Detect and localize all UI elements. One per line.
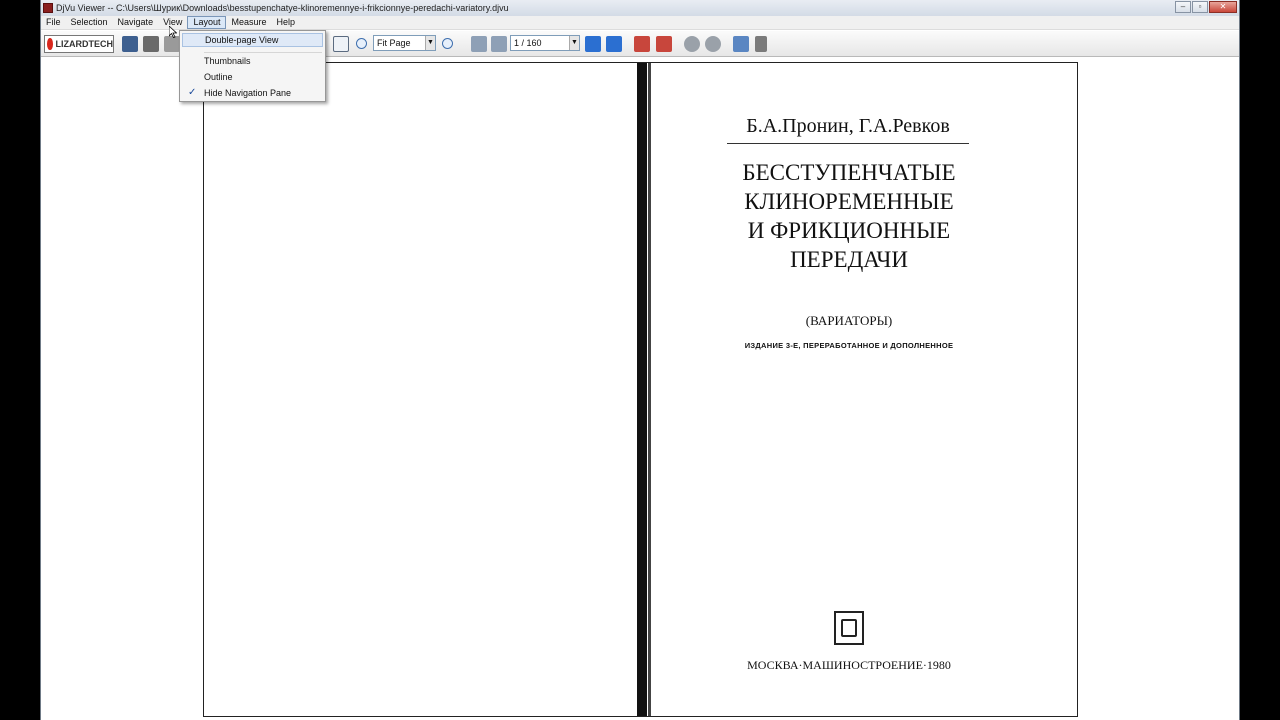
title-line: БЕССТУПЕНЧАТЫЕ	[742, 160, 956, 185]
menu-bar: File Selection Navigate View Layout Meas…	[41, 16, 1239, 30]
next-page-icon[interactable]	[585, 36, 601, 52]
book-edition: ИЗДАНИЕ 3-Е, ПЕРЕРАБОТАННОЕ И ДОПОЛНЕННО…	[744, 341, 954, 350]
checkmark-icon: ✓	[188, 87, 197, 98]
window-title: DjVu Viewer -- C:\Users\Шурик\Downloads\…	[56, 3, 509, 13]
print-icon[interactable]	[143, 36, 159, 52]
rotate-right-icon[interactable]	[656, 36, 672, 52]
window-controls: – ▫ ✕	[1175, 1, 1237, 13]
book-authors: Б.А.Пронин, Г.А.Ревков	[746, 115, 950, 137]
previous-page-icon[interactable]	[491, 36, 507, 52]
title-line: КЛИНОРЕМЕННЫЕ	[744, 189, 954, 214]
first-page-icon[interactable]	[471, 36, 487, 52]
logo-text: LIZARDTECH	[55, 39, 114, 49]
title-line: ПЕРЕДАЧИ	[790, 247, 908, 272]
save-icon[interactable]	[122, 36, 138, 52]
minimize-button[interactable]: –	[1175, 1, 1191, 13]
view-mode-icon[interactable]	[733, 36, 749, 52]
book-title: БЕССТУПЕНЧАТЫЕ КЛИНОРЕМЕННЫЕ И ФРИКЦИОНН…	[714, 158, 984, 274]
menu-item-hide-navigation-pane[interactable]: ✓ Hide Navigation Pane	[182, 86, 323, 100]
zoom-in-icon[interactable]	[356, 38, 367, 49]
properties-icon[interactable]	[755, 36, 767, 52]
book-spine-edge	[648, 63, 651, 716]
menu-file[interactable]: File	[41, 16, 66, 29]
book-spine	[637, 63, 647, 716]
author-rule	[727, 143, 969, 144]
menu-navigate[interactable]: Navigate	[113, 16, 159, 29]
back-icon[interactable]	[684, 36, 700, 52]
menu-selection[interactable]: Selection	[66, 16, 113, 29]
chevron-down-icon: ▼	[569, 36, 579, 50]
menu-item-label: Hide Navigation Pane	[204, 88, 292, 98]
menu-item-thumbnails[interactable]: Thumbnails	[182, 54, 323, 68]
book-imprint: МОСКВА·МАШИНОСТРОЕНИЕ·1980	[747, 658, 951, 672]
zoom-value: Fit Page	[377, 38, 411, 48]
title-bar: DjVu Viewer -- C:\Users\Шурик\Downloads\…	[41, 0, 1239, 16]
lizardtech-icon	[47, 38, 53, 50]
find-icon[interactable]	[164, 36, 180, 52]
page-select[interactable]: 1 / 160 ▼	[510, 35, 580, 51]
title-line: И ФРИКЦИОННЫЕ	[747, 218, 951, 243]
zoom-out-icon[interactable]	[442, 38, 453, 49]
page-icon[interactable]	[333, 36, 349, 52]
rotate-left-icon[interactable]	[634, 36, 650, 52]
page-value: 1 / 160	[514, 38, 542, 48]
menu-item-outline[interactable]: Outline	[182, 70, 323, 84]
close-button[interactable]: ✕	[1209, 1, 1237, 13]
document-view[interactable]: Б.А.Пронин, Г.А.Ревков БЕССТУПЕНЧАТЫЕ КЛ…	[41, 58, 1239, 720]
maximize-button[interactable]: ▫	[1192, 1, 1208, 13]
app-icon	[43, 3, 53, 13]
zoom-select[interactable]: Fit Page ▼	[373, 35, 436, 51]
forward-icon[interactable]	[705, 36, 721, 52]
menu-separator	[204, 52, 322, 53]
menu-layout[interactable]: Layout	[187, 16, 227, 29]
mouse-cursor-icon	[169, 26, 177, 38]
book-subtitle: (ВАРИАТОРЫ)	[805, 313, 893, 328]
menu-measure[interactable]: Measure	[226, 16, 271, 29]
publisher-logo	[834, 611, 864, 645]
layout-menu-dropdown: Double-page View Thumbnails Outline ✓ Hi…	[179, 30, 326, 102]
chevron-down-icon: ▼	[425, 36, 435, 50]
menu-item-double-page-view[interactable]: Double-page View	[182, 33, 323, 47]
menu-help[interactable]: Help	[271, 16, 300, 29]
djvu-viewer-window: DjVu Viewer -- C:\Users\Шурик\Downloads\…	[40, 0, 1240, 720]
last-page-icon[interactable]	[606, 36, 622, 52]
lizardtech-logo[interactable]: LIZARDTECH	[44, 35, 114, 53]
page-spread: Б.А.Пронин, Г.А.Ревков БЕССТУПЕНЧАТЫЕ КЛ…	[203, 62, 1078, 717]
